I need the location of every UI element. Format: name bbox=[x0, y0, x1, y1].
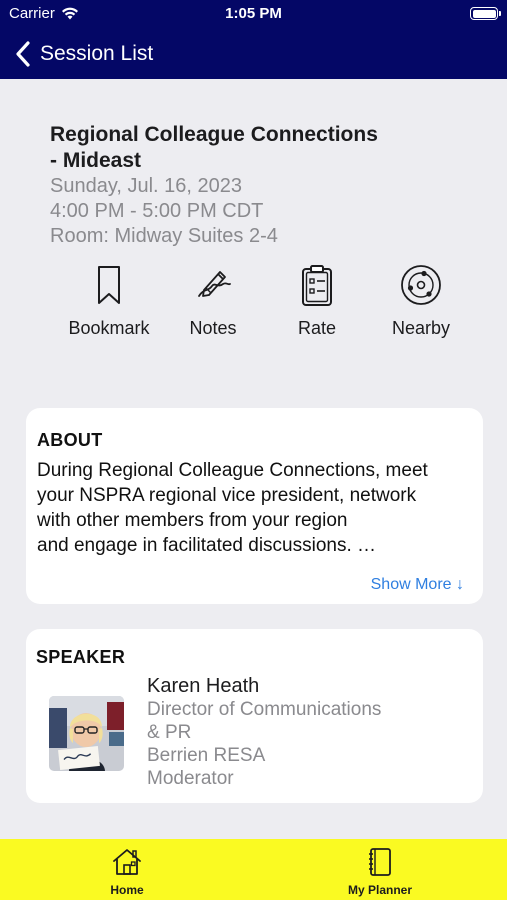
nearby-icon bbox=[401, 265, 441, 305]
session-room: Room: Midway Suites 2-4 bbox=[50, 225, 278, 247]
speaker-title-line: Director of Communications bbox=[147, 699, 382, 720]
speaker-info[interactable]: Karen Heath Director of Communications &… bbox=[147, 674, 467, 790]
speaker-title-line: & PR bbox=[147, 722, 192, 743]
rate-label: Rate bbox=[297, 318, 337, 338]
about-text-line: During Regional Colleague Connections, m… bbox=[37, 460, 428, 481]
about-text-line: with other members from your region bbox=[37, 510, 348, 531]
back-button[interactable]: Session List bbox=[0, 40, 154, 67]
show-more-link[interactable]: Show More ↓ bbox=[371, 576, 464, 594]
notes-label: Notes bbox=[189, 318, 237, 338]
nearby-label: Nearby bbox=[391, 318, 451, 338]
about-heading: ABOUT bbox=[37, 430, 103, 450]
speaker-organization: Berrien RESA bbox=[147, 745, 266, 766]
about-card: ABOUT During Regional Colleague Connecti… bbox=[26, 408, 483, 604]
session-title: Regional Colleague Connections - Mideast bbox=[50, 122, 470, 174]
tab-my-planner[interactable]: My Planner bbox=[325, 846, 435, 897]
tab-bar: Home My Planner bbox=[0, 839, 507, 900]
bookmark-button[interactable]: Bookmark bbox=[54, 262, 164, 339]
session-header: Regional Colleague Connections - Mideast… bbox=[50, 122, 470, 249]
navigation-bar: Session List bbox=[0, 28, 507, 79]
battery-icon bbox=[470, 7, 501, 20]
status-bar: Carrier 1:05 PM bbox=[0, 0, 507, 28]
session-actions: Bookmark Notes Rate Nearby bbox=[50, 262, 480, 352]
rate-button[interactable]: Rate bbox=[262, 262, 372, 339]
back-button-label: Session List bbox=[40, 41, 154, 65]
speaker-card: SPEAKER Karen Heath Director of Communic… bbox=[26, 629, 483, 803]
chevron-left-icon bbox=[16, 40, 30, 67]
speaker-name: Karen Heath bbox=[147, 675, 260, 697]
bookmark-icon bbox=[98, 266, 120, 304]
notes-icon bbox=[198, 271, 231, 297]
tab-home-label: Home bbox=[110, 883, 144, 897]
nearby-button[interactable]: Nearby bbox=[366, 262, 476, 339]
about-text-line: your NSPRA regional vice president, netw… bbox=[37, 485, 417, 506]
tab-home[interactable]: Home bbox=[72, 846, 182, 897]
speaker-heading: SPEAKER bbox=[36, 647, 126, 667]
tab-my-planner-label: My Planner bbox=[347, 883, 413, 897]
clipboard-icon bbox=[302, 265, 332, 306]
bookmark-label: Bookmark bbox=[68, 318, 150, 338]
status-time: 1:05 PM bbox=[225, 5, 282, 22]
session-title-line: Regional Colleague Connections bbox=[50, 123, 378, 146]
session-title-line: - Mideast bbox=[50, 149, 142, 172]
session-date: Sunday, Jul. 16, 2023 bbox=[50, 175, 242, 197]
speaker-avatar[interactable] bbox=[49, 696, 124, 771]
about-text-line: and engage in facilitated discussions. … bbox=[37, 535, 377, 556]
speaker-photo bbox=[49, 696, 124, 771]
planner-icon bbox=[369, 848, 391, 876]
about-description: During Regional Colleague Connections, m… bbox=[37, 458, 467, 558]
notes-button[interactable]: Notes bbox=[158, 262, 268, 339]
session-time: 4:00 PM - 5:00 PM CDT bbox=[50, 200, 264, 222]
speaker-role: Moderator bbox=[147, 768, 234, 789]
home-icon bbox=[113, 849, 141, 875]
